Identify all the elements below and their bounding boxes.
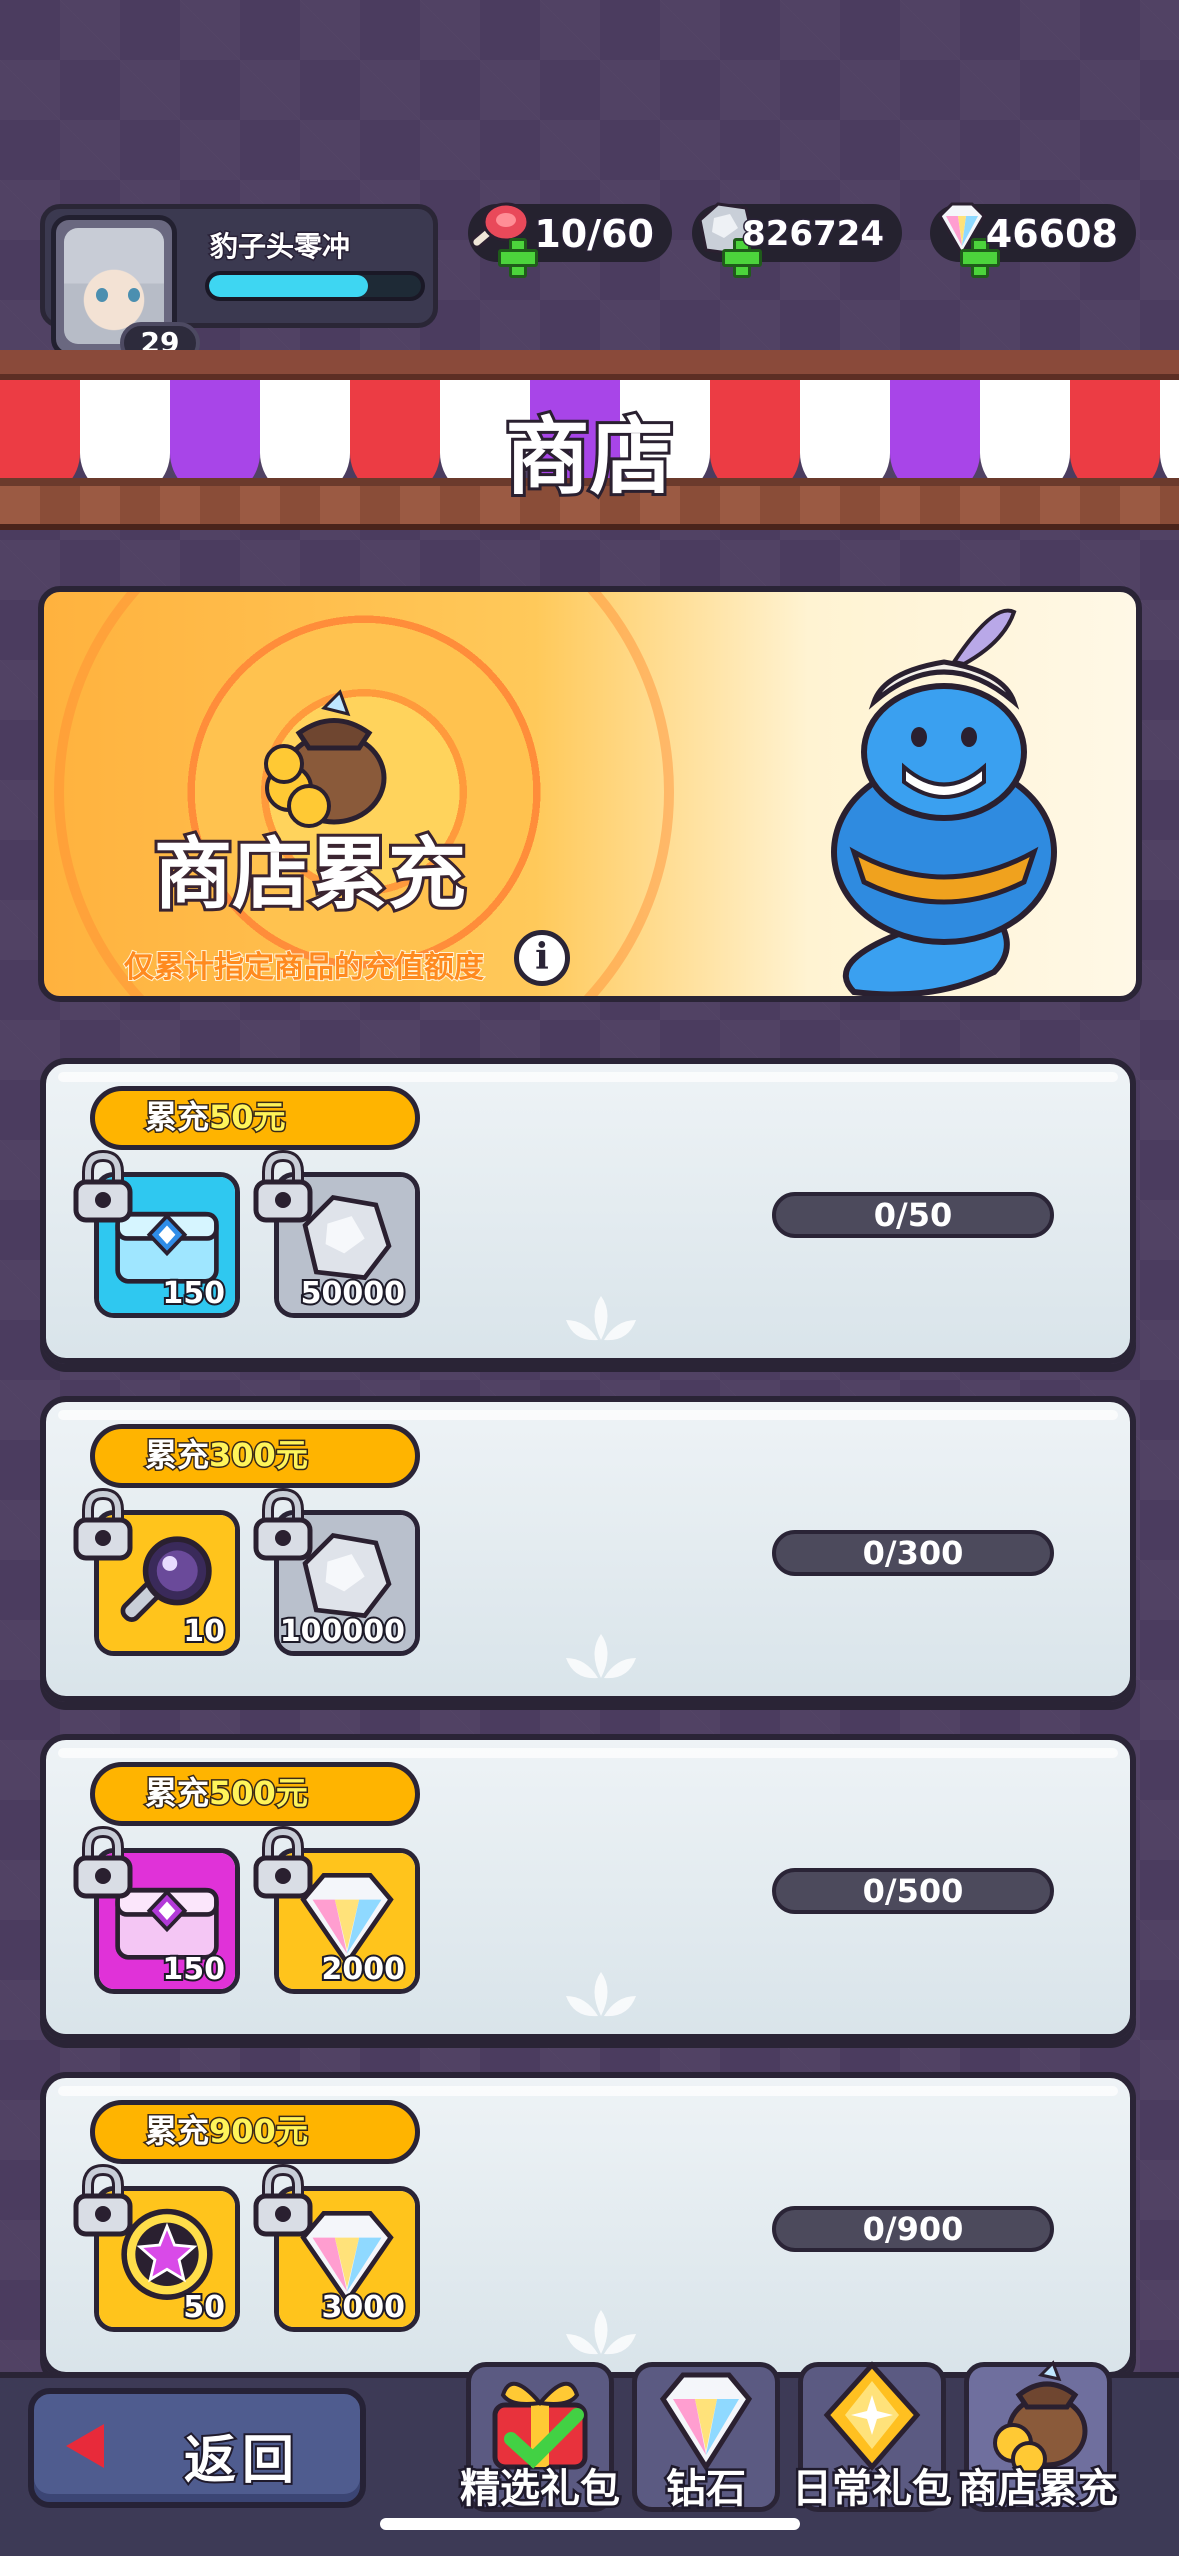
player-name: 豹子头零冲 [208, 229, 351, 265]
xp-bar [205, 271, 425, 301]
xp-bar-fill [209, 275, 368, 297]
tier-label-prefix: 累充 [143, 1435, 210, 1476]
recharge-tier-card: 累充50元 150 50000 0/50 [40, 1058, 1136, 1364]
silver-value: 826724 [741, 213, 886, 256]
stamina-value: 10/60 [533, 211, 656, 258]
tier-label-prefix: 累充 [143, 1773, 210, 1814]
genie-mascot [831, 608, 1057, 996]
tier-label-prefix: 累充 [143, 2111, 210, 2152]
recharge-tier-card: 累充500元 150 2000 0/500 [40, 1734, 1136, 2040]
player-profile[interactable]: 豹子头零冲 [40, 204, 438, 357]
tab-label-daily-packs: 日常礼包 [790, 2464, 955, 2515]
tier-progress: 0/500 [772, 1868, 1054, 1914]
tier-progress: 0/50 [772, 1192, 1054, 1238]
reward-quantity: 50 [181, 2288, 227, 2327]
tab-label-featured-packs: 精选礼包 [458, 2464, 623, 2515]
recharge-tier-card: 累充900元 50 3000 0/900 [40, 2072, 1136, 2378]
tier-label: 累充900元 [90, 2100, 420, 2164]
tier-progress: 0/300 [772, 1530, 1054, 1576]
lotus-watermark-icon [566, 1634, 636, 1679]
tier-label-amount: 300元 [208, 1435, 310, 1476]
info-button[interactable]: i [514, 930, 570, 986]
reward-quantity: 3000 [320, 2288, 407, 2327]
diamond-value: 46608 [984, 211, 1119, 258]
tab-label-shop-recharge: 商店累充 [956, 2464, 1121, 2515]
lock-icon [253, 1488, 313, 1561]
lotus-watermark-icon [566, 1972, 636, 2017]
lock-icon [73, 1488, 133, 1561]
reward-quantity: 2000 [320, 1950, 407, 1989]
home-indicator [380, 2518, 800, 2530]
tier-label: 累充50元 [90, 1086, 420, 1150]
back-label: 返回 [182, 2429, 301, 2493]
tab-label-diamonds: 钻石 [664, 2464, 749, 2515]
diamond-counter[interactable]: 46608 [930, 202, 1136, 278]
lock-icon [253, 1826, 313, 1899]
lock-icon [73, 1826, 133, 1899]
tier-label: 累充300元 [90, 1424, 420, 1488]
reward-quantity: 100000 [279, 1612, 407, 1651]
tier-label-prefix: 累充 [143, 1097, 210, 1138]
tier-label-amount: 50元 [208, 1097, 288, 1138]
reward-quantity: 150 [160, 1274, 227, 1313]
lotus-watermark-icon [566, 2310, 636, 2355]
recharge-tier-card: 累充300元 10 100000 0/300 [40, 1396, 1136, 1702]
banner-title: 商店累充 [151, 827, 469, 923]
reward-quantity: 10 [181, 1612, 227, 1651]
lock-icon [73, 1150, 133, 1223]
lotus-watermark-icon [566, 1296, 636, 1341]
add-stamina-icon[interactable] [498, 238, 538, 278]
reward-quantity: 150 [160, 1950, 227, 1989]
stamina-counter[interactable]: 10/60 [468, 202, 672, 278]
tier-label-amount: 500元 [208, 1773, 310, 1814]
shop-recharge-banner: 商店累充 仅累计指定商品的充值额度 i [38, 586, 1142, 1002]
silver-counter[interactable]: 826724 [692, 202, 902, 278]
page-title: 商店 [502, 405, 676, 509]
reward-quantity: 50000 [299, 1274, 407, 1313]
tier-progress: 0/900 [772, 2206, 1054, 2252]
back-button[interactable]: 返回 [28, 2388, 366, 2508]
coin-bag-icon [264, 689, 387, 828]
tier-label: 累充500元 [90, 1762, 420, 1826]
lock-icon [253, 2164, 313, 2237]
banner-subtitle: 仅累计指定商品的充值额度 [123, 949, 485, 986]
back-arrow-icon [66, 2424, 104, 2468]
tier-label-amount: 900元 [208, 2111, 310, 2152]
lock-icon [73, 2164, 133, 2237]
lock-icon [253, 1150, 313, 1223]
